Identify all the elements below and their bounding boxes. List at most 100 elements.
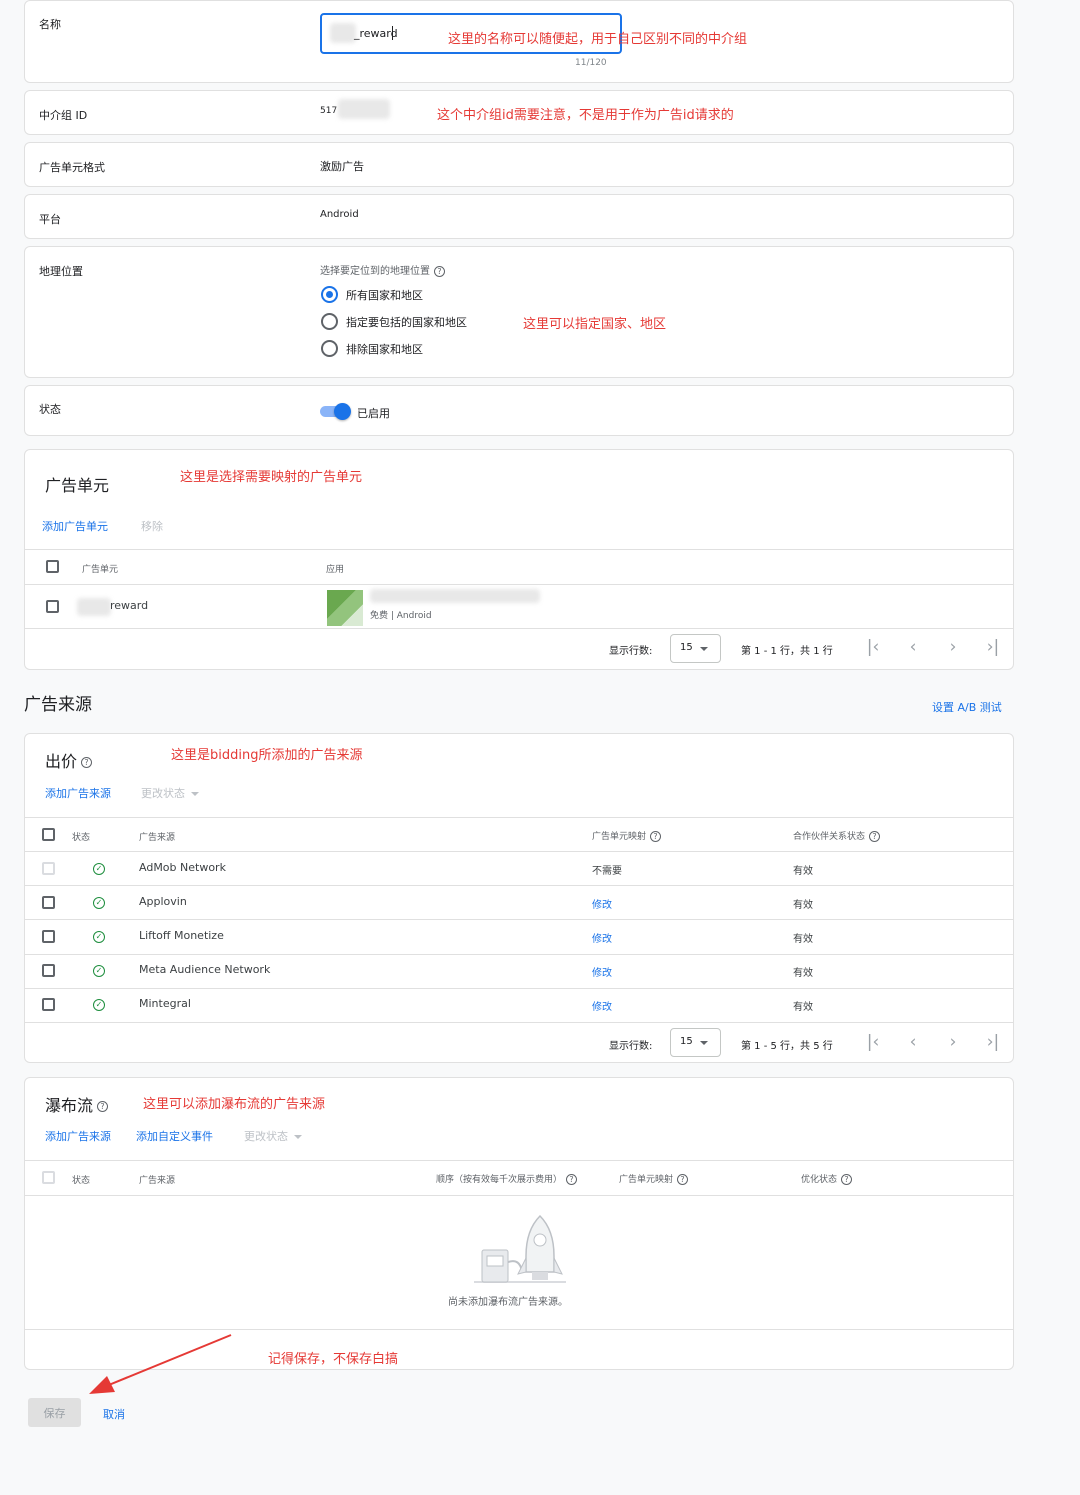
col-optimization-text: 优化状态: [801, 1175, 838, 1185]
chevron-down-icon: [294, 1135, 302, 1139]
status-toggle[interactable]: [320, 402, 352, 420]
prev-page-icon[interactable]: ‹: [903, 1032, 923, 1052]
select-all-checkbox: [42, 1171, 55, 1184]
waterfall-annotation: 这里可以添加瀑布流的广告来源: [143, 1097, 326, 1112]
help-icon[interactable]: ?: [81, 757, 93, 768]
edit-mapping-link[interactable]: 修改: [592, 998, 612, 1013]
help-icon[interactable]: ?: [566, 1174, 578, 1185]
chevron-down-icon: [700, 647, 708, 651]
edit-mapping-link[interactable]: 修改: [592, 964, 612, 979]
divider: [25, 584, 1013, 585]
edit-mapping-link[interactable]: 修改: [592, 896, 612, 911]
col-order: 顺序（按有效每千次展示费用）?: [436, 1172, 578, 1185]
edit-mapping-link[interactable]: 修改: [592, 930, 612, 945]
source-name: AdMob Network: [139, 861, 226, 874]
chevron-down-icon: [700, 1041, 708, 1045]
first-page-icon[interactable]: |‹: [863, 637, 883, 657]
select-all-checkbox[interactable]: [42, 828, 55, 841]
group-id-label: 中介组 ID: [39, 109, 88, 122]
bidding-card: 出价? 这里是bidding所添加的广告来源 添加广告来源 更改状态 状态 广告…: [24, 733, 1014, 1063]
row-checkbox[interactable]: [46, 600, 59, 613]
col-order-text: 顺序（按有效每千次展示费用）: [436, 1175, 563, 1185]
divider: [25, 988, 1013, 989]
col-status: 状态: [72, 833, 91, 843]
geo-prompt: 选择要定位到的地理位置?: [320, 262, 445, 277]
partner-status: 有效: [793, 934, 813, 945]
help-icon[interactable]: ?: [869, 831, 881, 842]
geo-option-include[interactable]: 指定要包括的国家和地区: [346, 314, 467, 330]
geo-option-all[interactable]: 所有国家和地区: [346, 287, 423, 303]
next-page-icon[interactable]: ›: [943, 637, 963, 657]
geo-option-exclude[interactable]: 排除国家和地区: [346, 341, 423, 357]
name-char-counter: 11/120: [575, 58, 607, 68]
waterfall-card: 瀑布流? 这里可以添加瀑布流的广告来源 添加广告来源 添加自定义事件 更改状态 …: [24, 1077, 1014, 1370]
page-range: 第 1 - 5 行，共 5 行: [741, 1041, 833, 1052]
col-optimization: 优化状态?: [801, 1172, 853, 1185]
save-annotation: 记得保存，不保存白搞: [268, 1352, 399, 1367]
check-circle-icon: ✓: [93, 931, 105, 943]
add-custom-event-link[interactable]: 添加自定义事件: [136, 1128, 213, 1144]
divider: [25, 851, 1013, 852]
help-icon[interactable]: ?: [434, 265, 445, 277]
source-name: Meta Audience Network: [139, 963, 271, 976]
row-checkbox[interactable]: [42, 896, 55, 909]
geo-radio-exclude[interactable]: [321, 340, 338, 357]
divider: [25, 1329, 1013, 1330]
app-meta: 免费 | Android: [370, 611, 432, 621]
ad-unit-name: reward: [110, 599, 149, 612]
change-status-menu[interactable]: 更改状态: [244, 1128, 302, 1144]
col-mapping-text: 广告单元映射: [592, 832, 647, 842]
bidding-annotation: 这里是bidding所添加的广告来源: [171, 748, 363, 763]
partner-status: 有效: [793, 866, 813, 877]
select-all-checkbox[interactable]: [46, 560, 59, 573]
rows-per-page-select[interactable]: 15: [670, 634, 721, 663]
row-checkbox[interactable]: [42, 998, 55, 1011]
col-mapping-text: 广告单元映射: [619, 1175, 674, 1185]
remove-link[interactable]: 移除: [141, 518, 163, 534]
app-thumbnail-icon: [327, 590, 363, 626]
geo-radio-include[interactable]: [321, 313, 338, 330]
divider: [25, 919, 1013, 920]
platform-row: 平台 Android: [24, 194, 1014, 239]
ad-sources-title: 广告来源: [24, 695, 92, 715]
first-page-icon[interactable]: |‹: [863, 1032, 883, 1052]
ad-units-card: 广告单元 这里是选择需要映射的广告单元 添加广告单元 移除 广告单元 应用 re…: [24, 449, 1014, 670]
col-source: 广告来源: [139, 1176, 176, 1186]
save-button[interactable]: 保存: [28, 1398, 81, 1427]
add-bidding-source-link[interactable]: 添加广告来源: [45, 785, 111, 801]
next-page-icon[interactable]: ›: [943, 1032, 963, 1052]
divider: [25, 954, 1013, 955]
help-icon[interactable]: ?: [677, 1174, 689, 1185]
page-range: 第 1 - 1 行，共 1 行: [741, 646, 833, 657]
rows-per-page-value: 15: [680, 1036, 693, 1047]
geo-label: 地理位置: [39, 265, 83, 278]
ab-test-link[interactable]: 设置 A/B 测试: [932, 699, 1002, 715]
bidding-title-text: 出价: [45, 752, 78, 771]
cancel-button[interactable]: 取消: [103, 1406, 125, 1422]
geo-radio-all[interactable]: [321, 286, 338, 303]
help-icon[interactable]: ?: [650, 831, 662, 842]
add-waterfall-source-link[interactable]: 添加广告来源: [45, 1128, 111, 1144]
help-icon[interactable]: ?: [97, 1101, 109, 1112]
prev-page-icon[interactable]: ‹: [903, 637, 923, 657]
row-checkbox[interactable]: [42, 930, 55, 943]
row-checkbox[interactable]: [42, 964, 55, 977]
help-icon[interactable]: ?: [841, 1174, 853, 1185]
group-id-value: 517: [320, 106, 338, 116]
chevron-down-icon: [191, 792, 199, 796]
last-page-icon[interactable]: ›|: [983, 1032, 1003, 1052]
waterfall-title-text: 瀑布流: [45, 1096, 94, 1115]
redacted-group-id: [338, 99, 390, 119]
change-status-menu[interactable]: 更改状态: [141, 785, 199, 801]
last-page-icon[interactable]: ›|: [983, 637, 1003, 657]
rows-per-page-select[interactable]: 15: [670, 1028, 721, 1057]
divider: [25, 817, 1013, 818]
bidding-title: 出价?: [45, 748, 93, 772]
source-name: Mintegral: [139, 997, 191, 1010]
format-row: 广告单元格式 激励广告: [24, 142, 1014, 187]
add-ad-unit-link[interactable]: 添加广告单元: [42, 518, 108, 534]
source-name: Liftoff Monetize: [139, 929, 224, 942]
divider: [25, 628, 1013, 629]
change-status-text: 更改状态: [244, 1130, 288, 1143]
platform-label: 平台: [39, 213, 61, 226]
